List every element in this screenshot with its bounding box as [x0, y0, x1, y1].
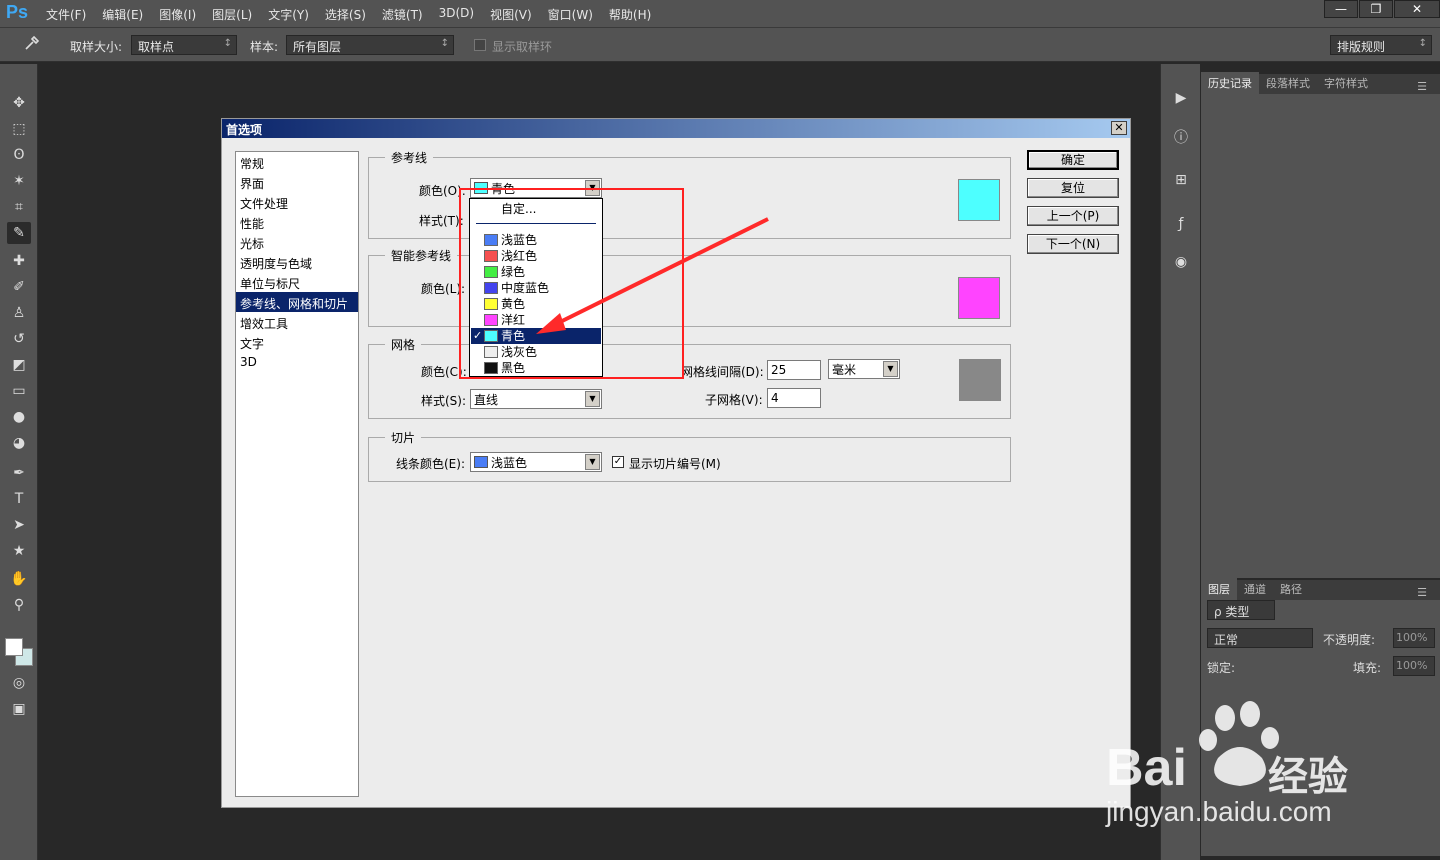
watermark-brand-cn: 经验 [1268, 754, 1348, 800]
watermark-url: jingyan.baidu.com [1106, 796, 1332, 827]
watermark-brand: Bai [1106, 739, 1187, 797]
baidu-watermark: Bai 经验 jingyan.baidu.com [1100, 700, 1420, 840]
